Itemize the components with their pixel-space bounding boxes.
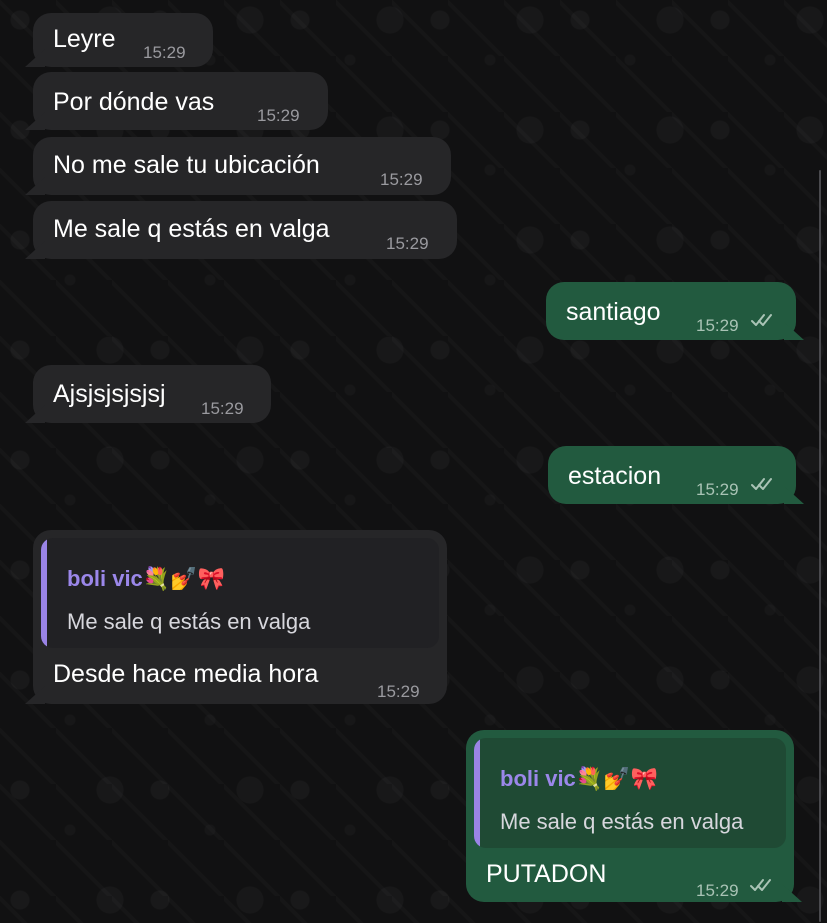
double-check-icon bbox=[751, 478, 772, 490]
message-time: 15:29 bbox=[696, 316, 739, 335]
message-time: 15:29 bbox=[201, 399, 244, 418]
message-text: Me sale q estás en valga bbox=[53, 215, 330, 243]
double-check-icon bbox=[750, 879, 771, 891]
reply-author: boli vic💐💅🎀 bbox=[500, 766, 658, 791]
message-time: 15:29 bbox=[386, 234, 429, 253]
reply-preview[interactable]: boli vic💐💅🎀 Me sale q estás en valga bbox=[474, 738, 786, 848]
double-check-icon bbox=[751, 314, 772, 326]
message-text: PUTADON bbox=[486, 860, 607, 888]
message-bubble-outgoing[interactable]: estacion 15:29 bbox=[548, 446, 804, 504]
chat-scrollbar[interactable] bbox=[819, 170, 821, 922]
message-text: Por dónde vas bbox=[53, 88, 215, 116]
message-bubble-incoming[interactable]: Por dónde vas 15:29 bbox=[25, 72, 328, 130]
reply-text: Me sale q estás en valga bbox=[67, 609, 311, 634]
message-time: 15:29 bbox=[380, 170, 423, 189]
message-bubble-outgoing-reply[interactable]: boli vic💐💅🎀 Me sale q estás en valga PUT… bbox=[466, 730, 802, 902]
reply-author: boli vic💐💅🎀 bbox=[67, 566, 225, 591]
message-text: Leyre bbox=[53, 25, 116, 53]
message-bubble-incoming[interactable]: Leyre 15:29 bbox=[25, 13, 213, 67]
message-bubble-incoming[interactable]: Ajsjsjsjsjsj 15:29 bbox=[25, 365, 271, 423]
reply-text: Me sale q estás en valga bbox=[500, 809, 744, 834]
message-time: 15:29 bbox=[377, 682, 420, 701]
message-bubble-outgoing[interactable]: santiago 15:29 bbox=[546, 282, 804, 340]
message-bubble-incoming[interactable]: No me sale tu ubicación 15:29 bbox=[25, 137, 451, 195]
message-text: Ajsjsjsjsjsj bbox=[53, 380, 166, 408]
message-text: santiago bbox=[566, 298, 661, 326]
message-time: 15:29 bbox=[257, 106, 300, 125]
message-text: No me sale tu ubicación bbox=[53, 151, 320, 179]
message-bubble-incoming-reply[interactable]: boli vic💐💅🎀 Me sale q estás en valga Des… bbox=[25, 530, 447, 704]
message-time: 15:29 bbox=[143, 43, 186, 62]
message-text: estacion bbox=[568, 462, 662, 490]
message-text: Desde hace media hora bbox=[53, 660, 319, 688]
message-bubble-incoming[interactable]: Me sale q estás en valga 15:29 bbox=[25, 201, 457, 259]
message-time: 15:29 bbox=[696, 480, 739, 499]
reply-preview[interactable]: boli vic💐💅🎀 Me sale q estás en valga bbox=[41, 538, 439, 648]
message-time: 15:29 bbox=[696, 881, 739, 900]
